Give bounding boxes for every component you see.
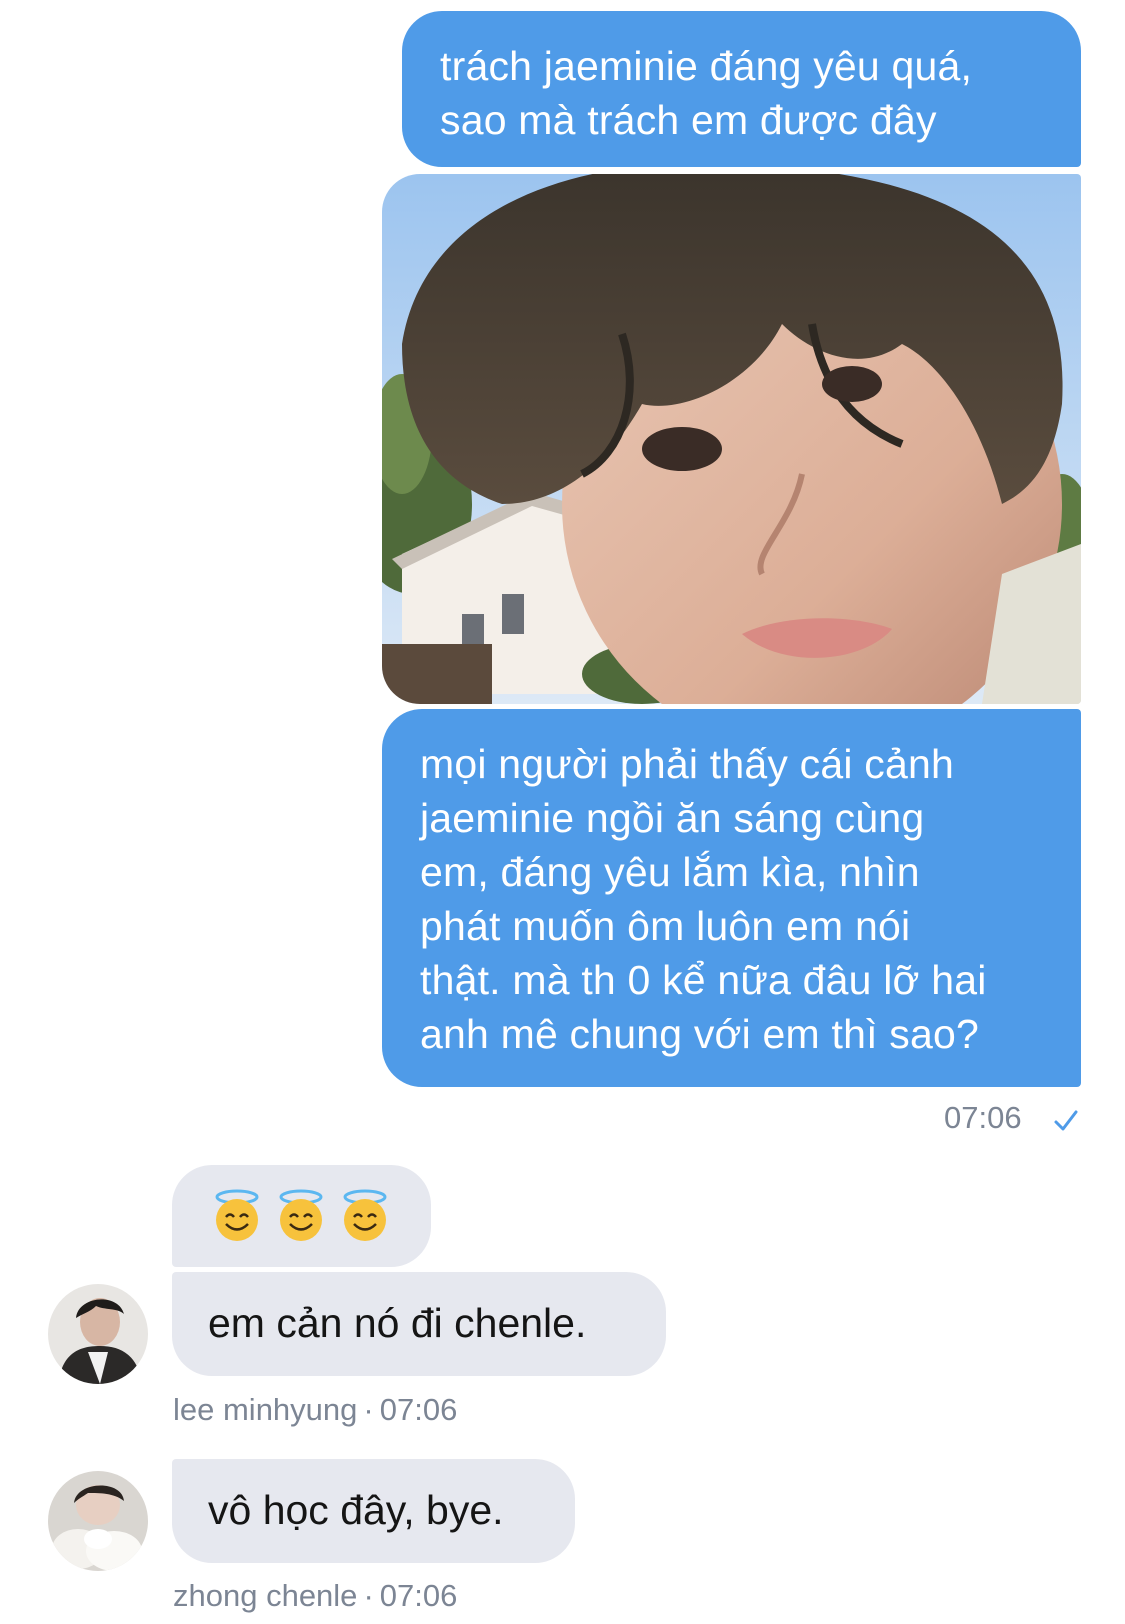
message-line: mọi người phải thấy cái cảnh [420, 741, 954, 787]
message-timestamp: 07:06 [379, 1392, 458, 1427]
message-timestamp: 07:06 [379, 1578, 458, 1613]
outgoing-message-bubble[interactable]: trách jaeminie đáng yêu quá, sao mà trác… [402, 11, 1081, 167]
smiling-face-with-halo-emoji [215, 1189, 259, 1241]
message-line: thật. mà th 0 kể nữa đâu lỡ hai [420, 957, 987, 1003]
outgoing-photo-message[interactable] [382, 174, 1081, 704]
sender-meta: lee minhyung · 07:06 [173, 1392, 457, 1428]
message-line: jaeminie ngồi ăn sáng cùng [420, 795, 925, 841]
sender-meta: zhong chenle · 07:06 [173, 1578, 457, 1614]
avatar-image [48, 1471, 148, 1571]
incoming-emoji-bubble[interactable] [172, 1165, 431, 1267]
incoming-message-bubble[interactable]: vô học đây, bye. [172, 1459, 575, 1563]
smiling-face-with-halo-emoji [279, 1189, 323, 1241]
message-timestamp: 07:06 [944, 1100, 1022, 1135]
message-text: em cản nó đi chenle. [208, 1300, 587, 1346]
avatar-image [48, 1284, 148, 1384]
message-text: vô học đây, bye. [208, 1487, 504, 1533]
message-line: trách jaeminie đáng yêu quá, [440, 43, 973, 89]
smiling-face-with-halo-emoji [343, 1189, 387, 1241]
message-line: phát muốn ôm luôn em nói [420, 903, 911, 949]
message-line: sao mà trách em được đây [440, 97, 937, 143]
meta-separator: · [363, 1578, 374, 1613]
read-check-icon [1054, 1110, 1078, 1131]
meta-separator: · [363, 1392, 374, 1427]
message-line: em, đáng yêu lắm kìa, nhìn [420, 849, 920, 895]
photo-image [382, 174, 1081, 704]
incoming-message-bubble[interactable]: em cản nó đi chenle. [172, 1272, 666, 1376]
outgoing-message-bubble[interactable]: mọi người phải thấy cái cảnh jaeminie ng… [382, 709, 1081, 1087]
avatar-lee-minhyung[interactable] [48, 1284, 148, 1384]
sender-name: zhong chenle [173, 1578, 358, 1613]
message-line: anh mê chung với em thì sao? [420, 1011, 979, 1057]
avatar-zhong-chenle[interactable] [48, 1471, 148, 1571]
sender-name: lee minhyung [173, 1392, 358, 1427]
